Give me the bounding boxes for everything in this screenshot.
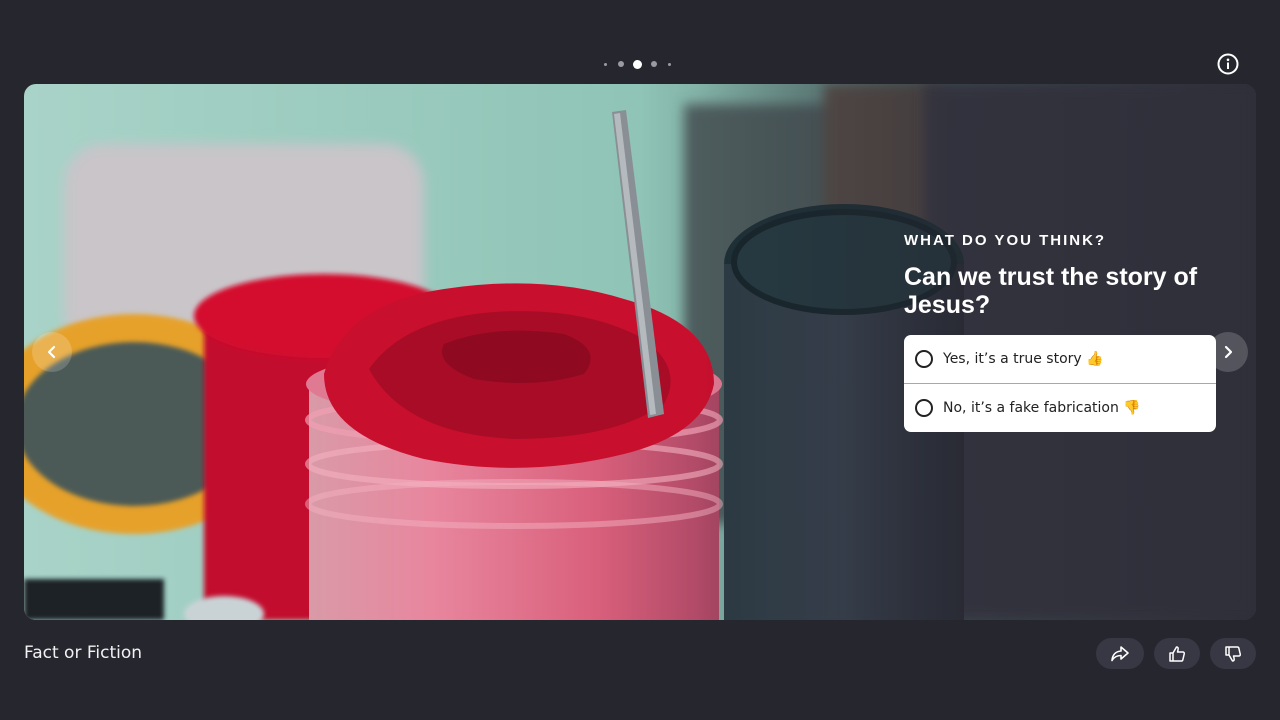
question-eyebrow: WHAT DO YOU THINK? — [904, 232, 1107, 249]
like-button[interactable] — [1154, 638, 1200, 669]
progress-dot[interactable] — [668, 62, 671, 66]
collection-title: Fact or Fiction — [24, 643, 143, 663]
progress-dot[interactable] — [604, 62, 607, 66]
thumbs-up-icon — [1169, 645, 1186, 662]
chevron-right-icon — [1224, 345, 1233, 359]
answer-option-label: Yes, it’s a true story 👍 — [943, 351, 1104, 367]
radio-button-icon[interactable] — [915, 350, 933, 368]
thumbs-down-icon — [1225, 645, 1242, 662]
dislike-button[interactable] — [1210, 638, 1256, 669]
previous-slide-button[interactable] — [32, 332, 72, 372]
share-button[interactable] — [1096, 638, 1144, 669]
radio-button-icon[interactable] — [915, 399, 933, 417]
answer-option-label: No, it’s a fake fabrication 👎 — [943, 400, 1141, 416]
slide-card: WHAT DO YOU THINK? Can we trust the stor… — [24, 84, 1256, 620]
question-panel: WHAT DO YOU THINK? Can we trust the stor… — [904, 232, 1216, 432]
info-button[interactable] — [1216, 52, 1240, 76]
answer-option-no[interactable]: No, it’s a fake fabrication 👎 — [904, 383, 1216, 432]
slide-progress-dots — [598, 58, 677, 70]
progress-dot[interactable] — [651, 61, 657, 67]
share-icon — [1111, 645, 1129, 661]
chevron-left-icon — [47, 345, 56, 359]
next-slide-button[interactable] — [1208, 332, 1248, 372]
app-page: WHAT DO YOU THINK? Can we trust the stor… — [0, 0, 1280, 720]
info-icon — [1217, 53, 1239, 75]
answer-option-yes[interactable]: Yes, it’s a true story 👍 — [904, 335, 1216, 383]
question-title: Can we trust the story of Jesus? — [904, 263, 1198, 319]
answer-options: Yes, it’s a true story 👍 No, it’s a fake… — [904, 335, 1216, 432]
progress-dot[interactable] — [618, 61, 624, 67]
progress-dot-active[interactable] — [633, 59, 642, 69]
